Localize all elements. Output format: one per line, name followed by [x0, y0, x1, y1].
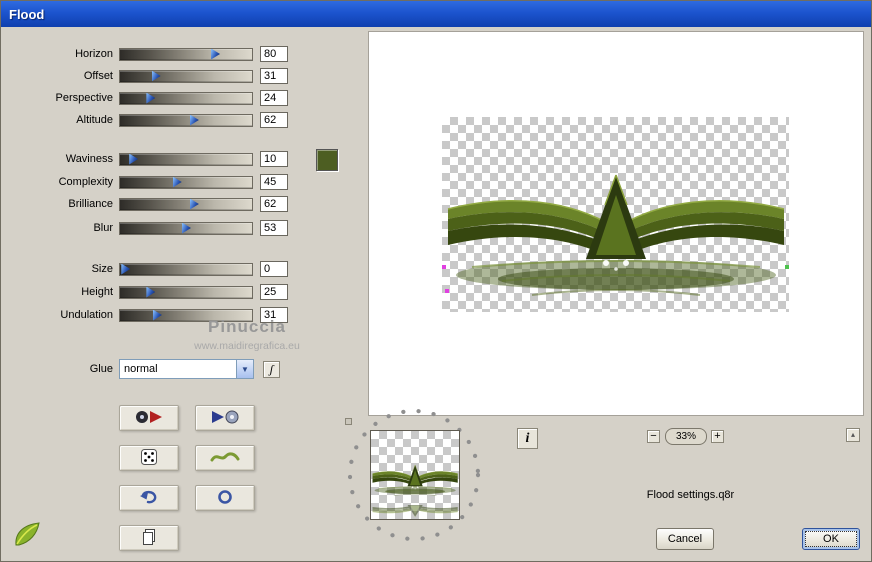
glue-label: Glue: [89, 363, 113, 375]
slider-label: Perspective: [55, 92, 113, 104]
info-button[interactable]: i: [517, 428, 538, 449]
glue-dropdown[interactable]: normal ▼: [119, 359, 254, 379]
chevron-down-icon[interactable]: ▼: [236, 360, 253, 378]
blue-arrow-cd-icon: [210, 409, 240, 428]
window-title-bar[interactable]: Flood: [1, 1, 871, 27]
slider-row-brilliance: Brilliance: [21, 196, 301, 212]
slider-label: Altitude: [76, 114, 113, 126]
perspective-value-input[interactable]: [260, 90, 288, 106]
slider-row-blur: Blur: [21, 220, 301, 236]
brilliance-value-input[interactable]: [260, 196, 288, 212]
registration-mark: [442, 265, 446, 269]
slider-thumb[interactable]: [189, 114, 199, 126]
offset-value-input[interactable]: [260, 68, 288, 84]
watermark-name: Pinuccia: [208, 317, 286, 336]
blur-slider[interactable]: [119, 221, 253, 235]
scroll-up-button[interactable]: ▴: [846, 428, 860, 442]
waviness-value-input[interactable]: [260, 151, 288, 167]
slider-thumb[interactable]: [146, 286, 156, 298]
slider-row-complexity: Complexity: [21, 174, 301, 190]
slider-label: Complexity: [58, 176, 113, 188]
color-swatch[interactable]: [316, 149, 338, 171]
randomize-button[interactable]: [119, 445, 179, 471]
undo-arrow-icon: [139, 489, 159, 508]
preview-panel[interactable]: [368, 31, 864, 416]
zoom-level[interactable]: 33%: [665, 428, 707, 445]
slider-row-perspective: Perspective: [21, 90, 301, 106]
slider-thumb[interactable]: [211, 48, 221, 60]
slider-thumb[interactable]: [121, 263, 131, 275]
size-value-input[interactable]: [260, 261, 288, 277]
copy-page-icon: [140, 528, 158, 549]
registration-mark: [445, 289, 449, 293]
brilliance-slider[interactable]: [119, 197, 253, 211]
slider-thumb[interactable]: [151, 70, 161, 82]
slider-label: Height: [81, 286, 113, 298]
wave-icon: [210, 450, 240, 467]
slider-row-size: Size: [21, 261, 301, 277]
corner-handle[interactable]: [345, 418, 352, 425]
slider-label: Waviness: [65, 153, 113, 165]
height-slider[interactable]: [119, 285, 253, 299]
size-slider[interactable]: [119, 262, 253, 276]
altitude-slider[interactable]: [119, 113, 253, 127]
slider-row-altitude: Altitude: [21, 112, 301, 128]
save-settings-button[interactable]: [195, 405, 255, 431]
flaming-pear-leaf-icon: [13, 521, 41, 547]
altitude-value-input[interactable]: [260, 112, 288, 128]
dice-icon: [140, 448, 158, 469]
slider-label: Brilliance: [68, 198, 113, 210]
ring-icon: [217, 489, 233, 508]
slider-label: Offset: [83, 70, 113, 82]
glue-memory-button[interactable]: ʃ: [263, 360, 280, 378]
slider-thumb[interactable]: [189, 198, 199, 210]
slider-label: Blur: [93, 222, 113, 234]
slider-row-horizon: Horizon: [21, 46, 301, 62]
settings-filename: Flood settings.q8r: [646, 489, 735, 501]
slider-thumb[interactable]: [146, 92, 156, 104]
load-settings-button[interactable]: [119, 405, 179, 431]
ripple-preset-button[interactable]: [195, 445, 255, 471]
window-title: Flood: [9, 6, 45, 22]
waviness-slider[interactable]: [119, 152, 253, 166]
perspective-slider[interactable]: [119, 91, 253, 105]
zoom-in-button[interactable]: +: [711, 430, 724, 443]
zoom-out-button[interactable]: −: [647, 430, 660, 443]
glue-row: Glue normal ▼ ʃ: [21, 359, 321, 379]
preview-thumbnail[interactable]: [370, 430, 460, 520]
registration-mark: [785, 265, 789, 269]
complexity-slider[interactable]: [119, 175, 253, 189]
slider-label: Size: [91, 263, 113, 275]
slider-row-waviness: Waviness: [21, 151, 301, 167]
preview-image[interactable]: [442, 117, 789, 312]
glue-selected-value: normal: [124, 363, 158, 375]
horizon-slider[interactable]: [119, 47, 253, 61]
ok-button[interactable]: OK: [802, 528, 860, 550]
slider-thumb[interactable]: [129, 153, 139, 165]
flood-dialog: Flood Horizon Offset Perspective Altitud…: [0, 0, 872, 562]
height-value-input[interactable]: [260, 284, 288, 300]
slider-thumb[interactable]: [172, 176, 182, 188]
offset-slider[interactable]: [119, 69, 253, 83]
cancel-button[interactable]: Cancel: [656, 528, 714, 550]
watermark-url: www.maidiregrafica.eu: [194, 340, 300, 352]
slider-label: Horizon: [75, 48, 113, 60]
complexity-value-input[interactable]: [260, 174, 288, 190]
slider-label: Undulation: [60, 309, 113, 321]
watermark: Pinuccia www.maidiregrafica.eu: [147, 317, 347, 352]
blur-value-input[interactable]: [260, 220, 288, 236]
slider-row-offset: Offset: [21, 68, 301, 84]
copy-page-button[interactable]: [119, 525, 179, 551]
slider-row-height: Height: [21, 284, 301, 300]
slider-thumb[interactable]: [182, 222, 191, 234]
undo-button[interactable]: [119, 485, 179, 511]
horizon-value-input[interactable]: [260, 46, 288, 62]
cd-red-arrow-icon: [134, 409, 164, 428]
reset-button[interactable]: [195, 485, 255, 511]
